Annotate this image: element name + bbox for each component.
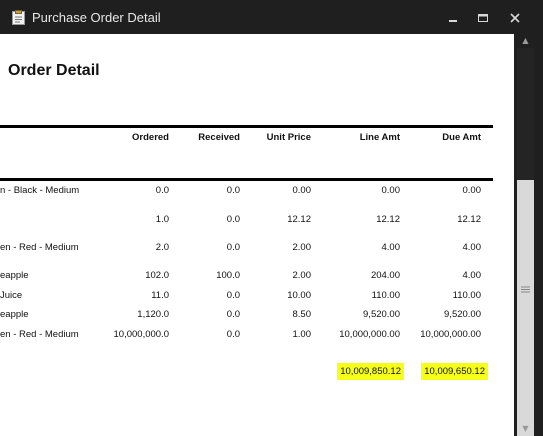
vertical-scrollbar[interactable]: ▲ ▼ <box>514 34 543 436</box>
cell-ordered: 1,120.0 <box>137 309 169 320</box>
cell-line-amt: 12.12 <box>376 214 400 225</box>
cell-received: 0.0 <box>226 242 240 253</box>
cell-item: n - Black - Medium <box>0 185 80 196</box>
scrollbar-thumb[interactable] <box>517 180 534 436</box>
report-viewer: Order Detail Ordered Received Unit Price… <box>0 34 514 436</box>
report-heading: Order Detail <box>8 62 100 79</box>
cell-received: 0.0 <box>226 329 240 340</box>
total-line-amt-value: 10,009,850.12 <box>337 363 404 380</box>
cell-due-amt: 4.00 <box>462 242 482 253</box>
cell-item: eapple <box>0 309 29 320</box>
maximize-icon[interactable] <box>472 8 494 28</box>
scrollbar-grip-icon <box>521 286 530 293</box>
column-header-received: Received <box>198 132 240 143</box>
clipboard-icon <box>12 10 25 25</box>
title-bar[interactable]: Purchase Order Detail <box>0 0 543 34</box>
column-header-unit-price: Unit Price <box>266 132 311 143</box>
header-bottom-rule <box>0 178 493 181</box>
cell-item: Juice <box>0 290 23 301</box>
cell-ordered: 0.0 <box>155 185 169 196</box>
cell-item: eapple <box>0 270 29 281</box>
cell-ordered: 1.0 <box>155 214 169 225</box>
cell-line-amt: 10,000,000.00 <box>339 329 400 340</box>
close-icon[interactable] <box>504 8 526 28</box>
cell-ordered: 11.0 <box>151 290 169 301</box>
cell-received: 0.0 <box>226 309 240 320</box>
scroll-down-icon[interactable]: ▼ <box>519 424 532 434</box>
column-header-due-amt: Due Amt <box>442 132 481 143</box>
header-top-rule <box>0 125 493 128</box>
cell-received: 0.0 <box>226 290 240 301</box>
cell-due-amt: 10,000,000.00 <box>420 329 481 340</box>
cell-item: en - Red - Medium <box>0 329 79 340</box>
column-header-line-amt: Line Amt <box>359 132 400 143</box>
column-header-ordered: Ordered <box>132 132 169 143</box>
cell-ordered: 102.0 <box>145 270 169 281</box>
cell-ordered: 2.0 <box>155 242 169 253</box>
cell-due-amt: 9,520.00 <box>444 309 481 320</box>
purchase-order-detail-window: Purchase Order Detail Order Detail Order… <box>0 0 543 436</box>
total-due-amt: 10,009,650.12 <box>400 363 488 380</box>
minimize-icon[interactable] <box>442 8 464 28</box>
cell-line-amt: 9,520.00 <box>363 309 400 320</box>
cell-due-amt: 12.12 <box>457 214 481 225</box>
cell-item: en - Red - Medium <box>0 242 79 253</box>
cell-line-amt: 204.00 <box>370 270 400 281</box>
cell-line-amt: 4.00 <box>381 242 401 253</box>
total-due-amt-value: 10,009,650.12 <box>421 363 488 380</box>
total-line-amt: 10,009,850.12 <box>320 363 404 380</box>
cell-due-amt: 0.00 <box>462 185 482 196</box>
cell-received: 100.0 <box>216 270 240 281</box>
cell-received: 0.0 <box>226 214 240 225</box>
cell-due-amt: 4.00 <box>462 270 482 281</box>
cell-line-amt: 110.00 <box>371 290 400 301</box>
cell-line-amt: 0.00 <box>381 185 401 196</box>
cell-ordered: 10,000,000.0 <box>113 329 169 340</box>
cell-due-amt: 110.00 <box>452 290 481 301</box>
scroll-up-icon[interactable]: ▲ <box>519 36 532 46</box>
window-title: Purchase Order Detail <box>32 10 161 25</box>
cell-received: 0.0 <box>226 185 240 196</box>
